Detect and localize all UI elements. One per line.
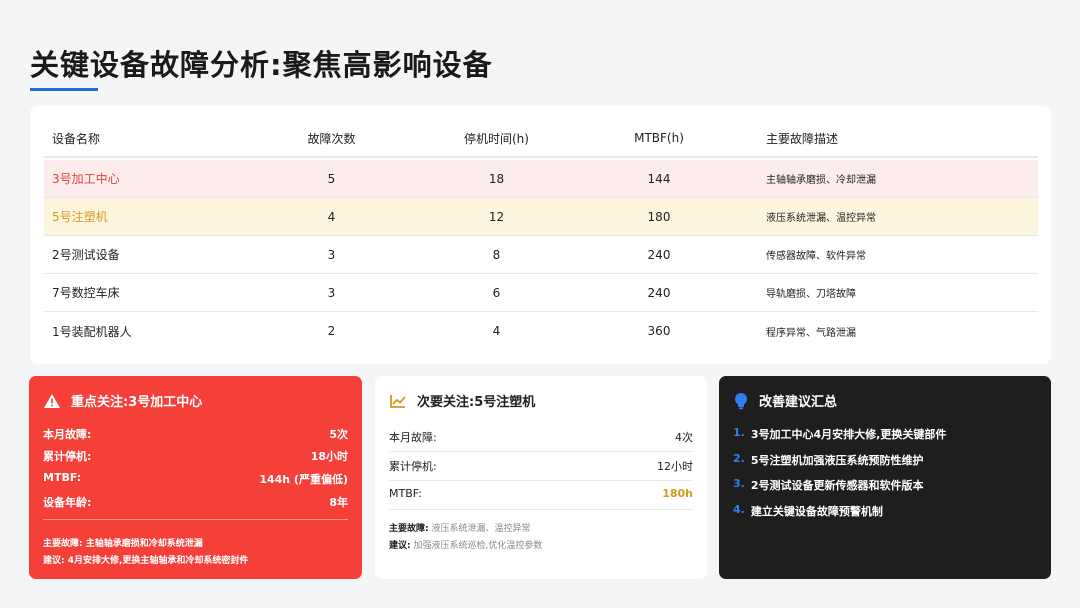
secondary-stat-row: 累计停机: 12小时: [389, 458, 693, 474]
stat-label: 累计停机:: [43, 450, 92, 463]
cell-downtime: 4: [492, 324, 501, 338]
primary-stat-row: 设备年龄: 8年: [43, 494, 348, 510]
page-title: 关键设备故障分析:聚焦高影响设备: [30, 48, 493, 82]
note-label: 建议:: [389, 541, 411, 551]
header-mtbf: MTBF(h): [634, 131, 684, 145]
title-underline: [30, 88, 98, 91]
suggestion-number: 4.: [733, 503, 745, 516]
suggestion-number: 3.: [733, 477, 745, 490]
stat-value: 144h (严重偏低): [259, 473, 348, 486]
stat-label: 设备年龄:: [43, 496, 92, 509]
stat-label: 累计停机:: [389, 460, 437, 473]
note-value: 液压系统泄漏、温控异常: [431, 524, 531, 534]
secondary-stat-row: MTBF: 180h: [389, 487, 693, 500]
stat-value: 12小时: [657, 460, 693, 473]
cell-description: 主轴轴承磨损、冷却泄漏: [766, 175, 876, 186]
cell-description: 导轨磨损、刀塔故障: [766, 289, 856, 300]
cell-downtime: 8: [492, 247, 501, 262]
cell-failures: 3: [327, 247, 336, 262]
table-row: 1号装配机器人 2 4 360 程序异常、气路泄漏: [44, 312, 1038, 350]
table-row: 7号数控车床 3 6 240 导轨磨损、刀塔故障: [44, 274, 1038, 312]
card-divider: [389, 509, 693, 510]
suggestion-item: 2. 5号注塑机加强液压系统预防性维护: [733, 452, 924, 468]
failure-table: 设备名称 故障次数 停机时间(h) MTBF(h) 主要故障描述 3号加工中心 …: [30, 106, 1051, 364]
suggestion-text: 5号注塑机加强液压系统预防性维护: [750, 454, 924, 467]
table-row: 3号加工中心 5 18 144 主轴轴承磨损、冷却泄漏: [44, 160, 1038, 198]
secondary-focus-header: 次要关注:5号注塑机: [389, 391, 535, 410]
header-equipment: 设备名称: [52, 131, 101, 146]
suggestions-card: 改善建议汇总 1. 3号加工中心4月安排大修,更换关键部件 2. 5号注塑机加强…: [719, 376, 1051, 579]
stat-label: 本月故障:: [389, 431, 437, 444]
stat-label: MTBF:: [389, 487, 422, 500]
primary-stat-row: 累计停机: 18小时: [43, 448, 348, 464]
stat-value: 8年: [329, 496, 348, 509]
cell-mtbf: 360: [647, 324, 671, 338]
suggestion-item: 3. 2号测试设备更新传感器和软件版本: [733, 477, 924, 493]
cell-description: 传感器故障、软件异常: [766, 251, 866, 262]
cell-mtbf: 240: [647, 285, 671, 300]
primary-note-advice: 建议: 4月安排大修,更换主轴轴承和冷却系统密封件: [43, 556, 249, 566]
stat-value: 18小时: [310, 450, 348, 463]
primary-focus-title: 重点关注:3号加工中心: [71, 395, 203, 410]
warning-icon: [44, 393, 60, 408]
card-divider: [389, 480, 693, 481]
suggestion-item: 4. 建立关键设备故障预警机制: [733, 503, 883, 519]
cell-equipment: 2号测试设备: [52, 248, 120, 262]
table-row: 5号注塑机 4 12 180 液压系统泄漏、温控异常: [44, 198, 1038, 236]
secondary-note-fault: 主要故障: 液压系统泄漏、温控异常: [389, 521, 693, 534]
suggestion-text: 建立关键设备故障预警机制: [750, 505, 883, 518]
suggestion-text: 2号测试设备更新传感器和软件版本: [750, 479, 924, 492]
primary-note-fault: 主要故障: 主轴轴承磨损和冷却系统泄漏: [43, 539, 203, 549]
header-description: 主要故障描述: [766, 131, 839, 146]
cell-description: 液压系统泄漏、温控异常: [766, 213, 876, 224]
cell-mtbf: 240: [647, 247, 671, 262]
suggestion-text: 3号加工中心4月安排大修,更换关键部件: [750, 428, 947, 441]
header-downtime: 停机时间(h): [464, 131, 529, 146]
suggestion-number: 2.: [733, 452, 745, 465]
trend-icon: [390, 394, 406, 408]
stat-label: MTBF:: [43, 471, 82, 484]
primary-stat-row: 本月故障: 5次: [43, 426, 348, 442]
stat-value: 180h: [662, 487, 693, 500]
stat-value: 4次: [675, 431, 693, 444]
cell-equipment: 3号加工中心: [52, 172, 120, 186]
secondary-focus-card: 次要关注:5号注塑机 本月故障: 4次 累计停机: 12小时 MTBF: 180…: [375, 376, 707, 579]
cell-failures: 3: [327, 285, 336, 300]
stat-value: 5次: [329, 428, 348, 441]
cell-description: 程序异常、气路泄漏: [766, 327, 856, 339]
cell-equipment: 1号装配机器人: [52, 324, 132, 339]
secondary-stat-row: 本月故障: 4次: [389, 429, 693, 445]
primary-focus-header: 重点关注:3号加工中心: [43, 391, 202, 410]
secondary-note-advice: 建议: 加强液压系统巡检,优化温控参数: [389, 538, 693, 551]
cell-downtime: 12: [488, 209, 505, 224]
card-divider: [43, 519, 348, 520]
suggestions-title: 改善建议汇总: [759, 395, 838, 410]
secondary-focus-title: 次要关注:5号注塑机: [417, 395, 536, 410]
suggestion-number: 1.: [733, 426, 745, 439]
stat-label: 本月故障:: [43, 428, 92, 441]
card-divider: [389, 451, 693, 452]
header-failures: 故障次数: [307, 131, 356, 146]
table-row: 2号测试设备 3 8 240 传感器故障、软件异常: [44, 236, 1038, 274]
note-label: 主要故障:: [389, 524, 429, 534]
cell-mtbf: 180: [647, 209, 671, 224]
cell-downtime: 18: [488, 171, 505, 186]
cell-downtime: 6: [492, 285, 501, 300]
table-header: 设备名称 故障次数 停机时间(h) MTBF(h) 主要故障描述: [44, 120, 1038, 158]
note-value: 加强液压系统巡检,优化温控参数: [413, 541, 543, 551]
primary-focus-card: 重点关注:3号加工中心 本月故障: 5次 累计停机: 18小时 MTBF: 14…: [29, 376, 362, 579]
cell-failures: 4: [327, 209, 336, 224]
suggestions-header: 改善建议汇总: [733, 391, 837, 410]
cell-equipment: 5号注塑机: [52, 210, 108, 224]
lightbulb-icon: [735, 392, 747, 409]
cell-failures: 5: [327, 171, 336, 186]
primary-stat-row: MTBF: 144h (严重偏低): [43, 471, 348, 487]
cell-mtbf: 144: [647, 171, 671, 186]
cell-failures: 2: [327, 324, 336, 338]
cell-equipment: 7号数控车床: [52, 286, 120, 300]
suggestion-item: 1. 3号加工中心4月安排大修,更换关键部件: [733, 426, 946, 442]
